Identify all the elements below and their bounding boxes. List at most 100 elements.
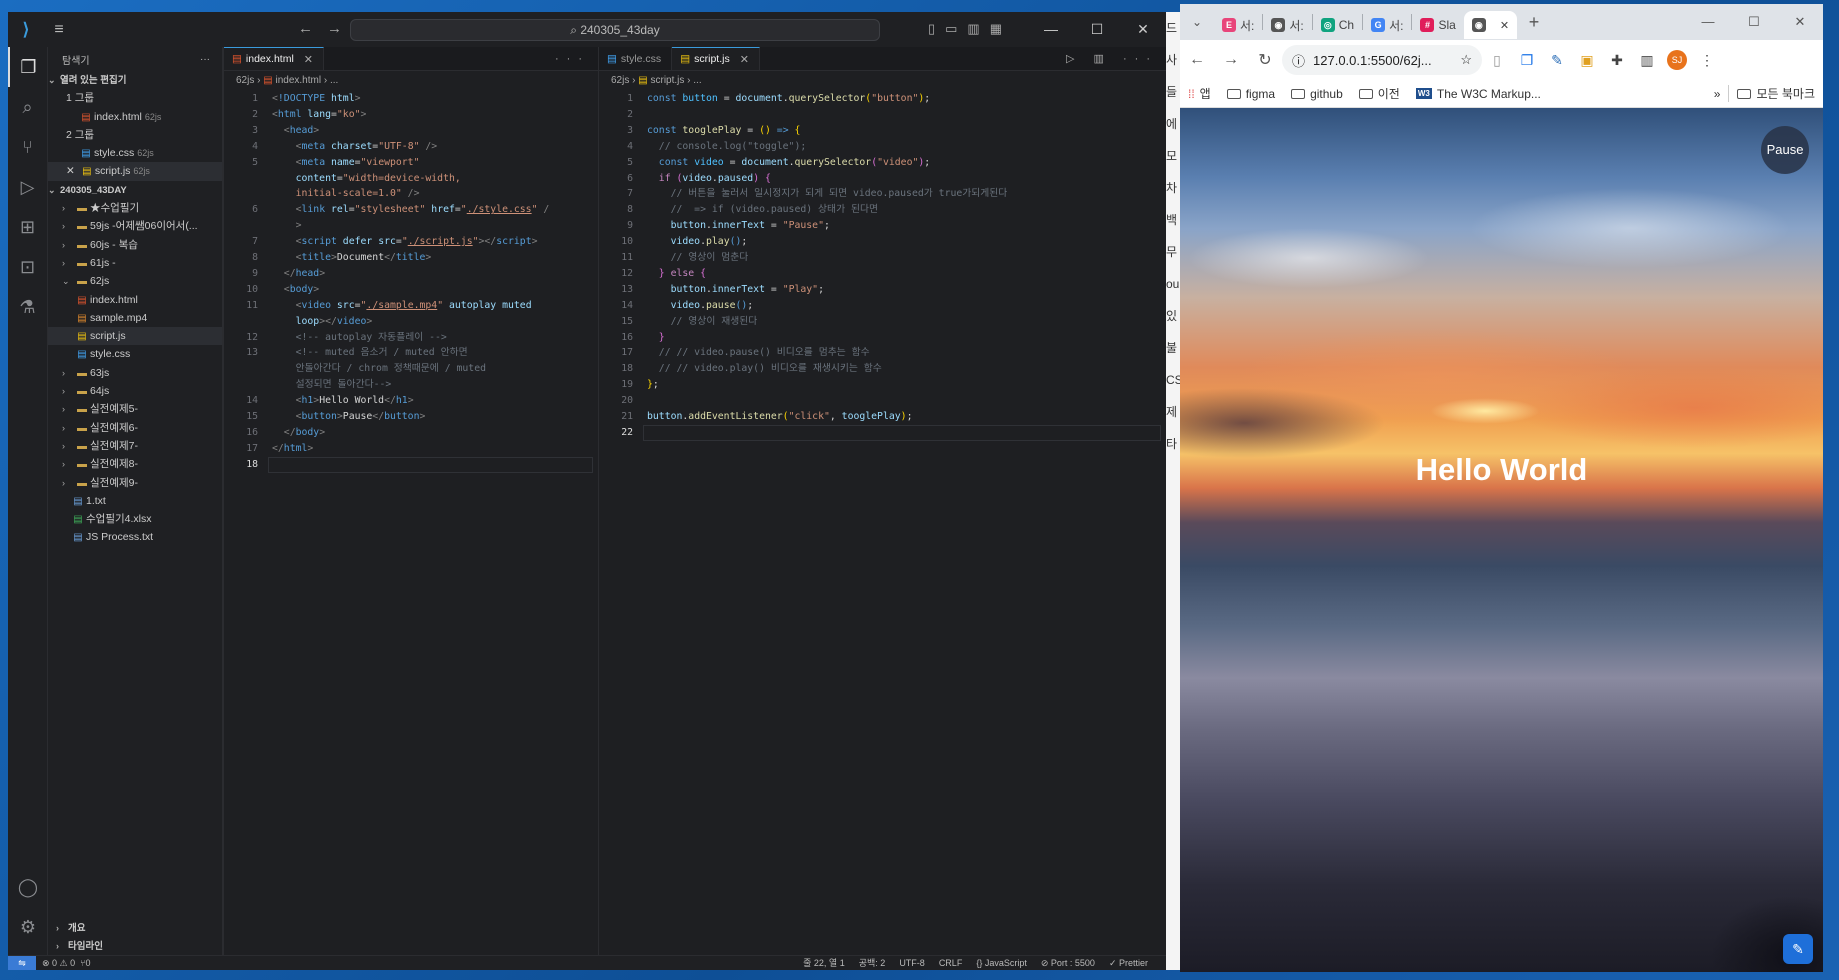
browser-tab[interactable]: G 서: xyxy=(1363,11,1411,39)
settings-gear-icon[interactable]: ⚙ xyxy=(8,907,48,947)
side-panel-icon[interactable]: ▥ xyxy=(1632,52,1662,69)
back-icon[interactable]: ← xyxy=(1180,51,1214,69)
bookmarks-overflow[interactable]: » xyxy=(1706,87,1729,101)
open-editor-item[interactable]: ▤ index.html 62js xyxy=(48,108,222,126)
open-editors-section[interactable]: ⌄ 열려 있는 편집기 xyxy=(48,71,222,89)
folder-item[interactable]: › ▬ 실전예제7- xyxy=(48,437,222,455)
problems-count[interactable]: ⊗ 0 ⚠ 0 xyxy=(42,958,75,968)
file-item[interactable]: ▤ JS Process.txt xyxy=(48,528,222,546)
extension-image-icon[interactable]: ▣ xyxy=(1572,52,1602,69)
bookmark-w3c[interactable]: W3 The W3C Markup... xyxy=(1408,87,1549,101)
folder-item[interactable]: › ▬ 실전예제8- xyxy=(48,455,222,473)
folder-item[interactable]: › ▬ 63js xyxy=(48,364,222,382)
remote-icon[interactable]: ⊡ xyxy=(8,247,47,287)
nav-arrows[interactable]: ←→ xyxy=(298,20,356,37)
browser-tab[interactable]: E 서: xyxy=(1214,11,1262,39)
menu-icon[interactable]: ≡ xyxy=(44,21,74,39)
crumb-file[interactable]: script.js xyxy=(650,75,684,86)
crumb-folder[interactable]: 62js xyxy=(611,75,629,86)
folder-item[interactable]: › ▬ 64js xyxy=(48,382,222,400)
explorer-icon[interactable]: ❐ xyxy=(8,47,47,87)
close-tab-icon[interactable]: ✕ xyxy=(304,53,313,66)
testing-icon[interactable]: ⚗ xyxy=(8,287,47,327)
editor-actions[interactable]: ▷ ▥ ··· xyxy=(1066,47,1158,71)
folder-item[interactable]: › ▬ 실전예제5- xyxy=(48,400,222,418)
browser-tab[interactable]: ◉ 서: xyxy=(1263,11,1311,39)
close-tab-icon[interactable]: ✕ xyxy=(1500,19,1509,32)
run-debug-icon[interactable]: ▷ xyxy=(8,167,47,207)
language-mode[interactable]: {} JavaScript xyxy=(976,956,1027,970)
remote-indicator-icon[interactable]: ⇋ xyxy=(8,956,36,970)
bookmark-previous[interactable]: 이전 xyxy=(1351,85,1408,102)
bookmark-apps[interactable]: ⁞⁞ 앱 xyxy=(1180,85,1219,102)
folder-item[interactable]: › ▬ 59js -어제쌤06이어서(... xyxy=(48,217,222,235)
browser-tab[interactable]: ◎ Ch xyxy=(1313,11,1362,39)
site-info-icon[interactable]: ⓘ xyxy=(1292,51,1305,70)
account-icon[interactable]: ◯ xyxy=(8,867,48,907)
crumb-symbol[interactable]: ... xyxy=(693,75,701,86)
forward-icon[interactable]: → xyxy=(1214,51,1248,69)
line-ending[interactable]: CRLF xyxy=(939,956,963,970)
file-item[interactable]: ▤ index.html xyxy=(48,291,222,309)
crumb-symbol[interactable]: ... xyxy=(330,75,338,86)
extensions-puzzle-icon[interactable]: ✚ xyxy=(1602,52,1632,69)
profile-avatar[interactable]: SJ xyxy=(1662,50,1692,70)
browser-tab[interactable]: # Sla xyxy=(1412,11,1463,39)
file-item[interactable]: ▤ 1.txt xyxy=(48,492,222,510)
close-icon[interactable]: ✕ xyxy=(1120,12,1166,47)
timeline-section[interactable]: › 타임라인 xyxy=(48,937,222,955)
pen-tool-icon[interactable]: ✎ xyxy=(1783,934,1813,964)
maximize-icon[interactable]: ☐ xyxy=(1731,14,1777,30)
folder-item[interactable]: › ▬ 실전예제9- xyxy=(48,474,222,492)
browser-tab[interactable]: ◉ ✕ xyxy=(1463,11,1518,39)
open-editor-item[interactable]: ▤ style.css 62js xyxy=(48,144,222,162)
all-bookmarks[interactable]: 모든 북마크 xyxy=(1728,85,1823,102)
layout-icons[interactable]: ▯▭▥▦ xyxy=(928,21,1012,37)
file-item[interactable]: ▤ script.js xyxy=(48,327,222,346)
file-item[interactable]: ▤ sample.mp4 xyxy=(48,309,222,327)
file-item[interactable]: ▤ style.css xyxy=(48,345,222,363)
maximize-icon[interactable]: ☐ xyxy=(1074,12,1120,47)
close-icon[interactable]: ✕ xyxy=(1777,14,1823,30)
tab-script-js[interactable]: ▤ script.js ✕ xyxy=(672,47,760,70)
source-control-icon[interactable]: ⑂ xyxy=(8,127,47,167)
address-bar[interactable]: ⓘ 127.0.0.1:5500/62j... ☆ xyxy=(1282,45,1482,75)
project-section[interactable]: ⌄ 240305_43DAY xyxy=(48,181,222,199)
crumb-file[interactable]: index.html xyxy=(275,75,321,86)
reload-icon[interactable]: ↻ xyxy=(1248,50,1282,70)
extensions-icon[interactable]: ⊞ xyxy=(8,207,47,247)
bookmark-github[interactable]: github xyxy=(1283,87,1351,101)
cursor-position[interactable]: 줄 22, 열 1 xyxy=(803,956,845,970)
folder-item[interactable]: › ▬ 실전예제6- xyxy=(48,419,222,437)
more-actions-icon[interactable]: ··· xyxy=(555,47,590,71)
folder-item[interactable]: › ▬ 61js - xyxy=(48,254,222,272)
encoding[interactable]: UTF-8 xyxy=(899,956,925,970)
extension-copy-icon[interactable]: ❐ xyxy=(1512,52,1542,69)
bookmark-figma[interactable]: figma xyxy=(1219,87,1283,101)
search-icon[interactable]: ⌕ xyxy=(8,87,47,127)
close-editor-icon[interactable]: ✕ xyxy=(66,165,75,177)
close-tab-icon[interactable]: ✕ xyxy=(740,53,749,66)
folder-item-open[interactable]: ⌄ ▬ 62js xyxy=(48,272,222,290)
live-server-port[interactable]: ⊘ Port : 5500 xyxy=(1041,956,1095,970)
extension-pen-icon[interactable]: ✎ xyxy=(1542,52,1572,69)
open-editor-item-active[interactable]: ✕ ▤ script.js 62js xyxy=(48,162,222,181)
outline-section[interactable]: › 개요 xyxy=(48,919,222,937)
tab-search-icon[interactable]: ⌄ xyxy=(1180,15,1214,29)
minimize-icon[interactable]: — xyxy=(1685,14,1731,30)
new-tab-icon[interactable]: + xyxy=(1517,12,1551,33)
minimize-icon[interactable]: — xyxy=(1028,12,1074,47)
prettier-status[interactable]: ✓ Prettier xyxy=(1109,956,1148,970)
crumb-folder[interactable]: 62js xyxy=(236,75,254,86)
chrome-menu-icon[interactable]: ⋮ xyxy=(1692,52,1722,69)
folder-item[interactable]: › ▬ 60js - 복습 xyxy=(48,236,222,254)
pause-button[interactable]: Pause xyxy=(1761,126,1809,174)
folder-item[interactable]: › ▬ ★수업필기 xyxy=(48,199,222,217)
bookmark-star-icon[interactable]: ☆ xyxy=(1460,52,1472,68)
extension-phone-icon[interactable]: ▯ xyxy=(1482,52,1512,69)
more-actions-icon[interactable]: ··· xyxy=(200,54,210,65)
tab-index-html[interactable]: ▤ index.html ✕ xyxy=(224,47,324,70)
tab-style-css[interactable]: ▤ style.css xyxy=(599,47,673,70)
file-item[interactable]: ▤ 수업필기4.xlsx xyxy=(48,510,222,528)
command-center[interactable]: ⌕ 240305_43day xyxy=(350,19,880,41)
